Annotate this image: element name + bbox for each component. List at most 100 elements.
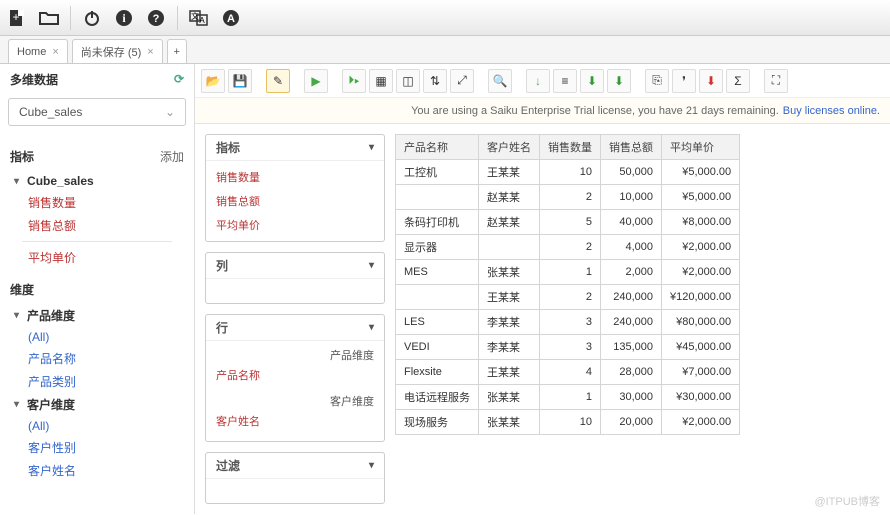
main-toolbar: + i ? 文A A bbox=[0, 0, 890, 36]
translate-icon[interactable]: 文A bbox=[188, 7, 210, 29]
col-header[interactable]: 产品名称 bbox=[396, 135, 479, 160]
table-cell: 显示器 bbox=[396, 235, 479, 260]
collapse-icon[interactable]: ▾ bbox=[369, 142, 374, 153]
table-cell: 4 bbox=[540, 360, 601, 385]
table-cell: ¥2,000.00 bbox=[662, 235, 740, 260]
mdx-icon[interactable]: ⎘ bbox=[645, 69, 669, 93]
dim-product-name[interactable]: 产品名称 bbox=[10, 347, 184, 370]
table-cell: LES bbox=[396, 310, 479, 335]
row-field[interactable]: 产品名称 bbox=[206, 365, 384, 391]
zoom-reset-icon[interactable]: ⤢ bbox=[450, 69, 474, 93]
tab-add-button[interactable]: + bbox=[167, 39, 187, 63]
axis-metric[interactable]: 平均单价 bbox=[206, 213, 384, 237]
tab-home[interactable]: Home× bbox=[8, 39, 68, 63]
columns-panel: 列▾ bbox=[205, 252, 385, 304]
axis-metric[interactable]: 销售数量 bbox=[206, 165, 384, 189]
axis-metric[interactable]: 销售总额 bbox=[206, 189, 384, 213]
zoom-icon[interactable]: 🔍 bbox=[488, 69, 512, 93]
chevron-down-icon: ⌄ bbox=[165, 105, 175, 119]
result-area: 产品名称 客户姓名 销售数量 销售总额 平均单价 工控机王某某1050,000¥… bbox=[395, 134, 880, 504]
sidebar: 多维数据 ⟳ Cube_sales ⌄ 指标添加 Cube_sales 销售数量… bbox=[0, 64, 195, 514]
table-cell: 28,000 bbox=[601, 360, 662, 385]
power-icon[interactable] bbox=[81, 7, 103, 29]
help-icon[interactable]: ? bbox=[145, 7, 167, 29]
edit-icon[interactable]: ✎ bbox=[266, 69, 290, 93]
stats-icon[interactable]: Σ bbox=[726, 69, 750, 93]
cube-select[interactable]: Cube_sales ⌄ bbox=[8, 98, 186, 126]
dim-product[interactable]: 产品维度 bbox=[10, 304, 184, 327]
non-empty-icon[interactable]: ◫ bbox=[396, 69, 420, 93]
table-cell: ¥7,000.00 bbox=[662, 360, 740, 385]
cube-select-value: Cube_sales bbox=[19, 105, 82, 119]
cube-node[interactable]: Cube_sales bbox=[10, 171, 184, 191]
dimensions-heading: 维度 bbox=[10, 281, 34, 298]
table-cell: ¥120,000.00 bbox=[662, 285, 740, 310]
collapse-icon[interactable]: ▾ bbox=[369, 322, 374, 333]
buy-license-link[interactable]: Buy licenses online. bbox=[783, 105, 880, 117]
admin-icon[interactable]: A bbox=[220, 7, 242, 29]
svg-text:A: A bbox=[227, 13, 235, 25]
save-icon[interactable]: 💾 bbox=[228, 69, 252, 93]
tab-unsaved[interactable]: 尚未保存 (5)× bbox=[72, 39, 163, 63]
col-header[interactable]: 客户姓名 bbox=[479, 135, 540, 160]
svg-text:+: + bbox=[12, 10, 19, 24]
rows-panel: 行▾ 产品维度 产品名称 客户维度 客户姓名 bbox=[205, 314, 385, 442]
col-header[interactable]: 销售总额 bbox=[601, 135, 662, 160]
metric-sales-qty[interactable]: 销售数量 bbox=[10, 191, 184, 214]
collapse-icon[interactable]: ▾ bbox=[369, 460, 374, 471]
table-cell: 135,000 bbox=[601, 335, 662, 360]
export-csv-icon[interactable]: ⬇ bbox=[607, 69, 631, 93]
metric-avg-price[interactable]: 平均单价 bbox=[10, 246, 184, 269]
table-cell: 王某某 bbox=[479, 285, 540, 310]
dim-product-category[interactable]: 产品类别 bbox=[10, 370, 184, 393]
table-cell: 赵某某 bbox=[479, 185, 540, 210]
table-cell: 李某某 bbox=[479, 310, 540, 335]
query-scenario-icon[interactable]: ≡ bbox=[553, 69, 577, 93]
col-header[interactable]: 销售数量 bbox=[540, 135, 601, 160]
fullscreen-icon[interactable]: ⛶ bbox=[764, 69, 788, 93]
tags-icon[interactable]: ❜ bbox=[672, 69, 696, 93]
add-metric-button[interactable]: 添加 bbox=[160, 148, 184, 165]
dim-product-all[interactable]: (All) bbox=[10, 327, 184, 347]
svg-text:文: 文 bbox=[191, 11, 199, 21]
table-cell bbox=[396, 185, 479, 210]
info-icon[interactable]: i bbox=[113, 7, 135, 29]
dim-customer[interactable]: 客户维度 bbox=[10, 393, 184, 416]
hide-parents-icon[interactable]: ▦ bbox=[369, 69, 393, 93]
run-icon[interactable]: ▶ bbox=[304, 69, 328, 93]
table-cell: 5 bbox=[540, 210, 601, 235]
collapse-icon[interactable]: ▾ bbox=[369, 260, 374, 271]
new-file-icon[interactable]: + bbox=[6, 7, 28, 29]
metric-sales-total[interactable]: 销售总额 bbox=[10, 214, 184, 237]
close-icon[interactable]: × bbox=[52, 46, 58, 58]
table-cell: 240,000 bbox=[601, 285, 662, 310]
table-cell: 3 bbox=[540, 335, 601, 360]
drill-icon[interactable]: ↓ bbox=[526, 69, 550, 93]
open-icon[interactable]: 📂 bbox=[201, 69, 225, 93]
table-cell: 工控机 bbox=[396, 160, 479, 185]
table-cell: ¥5,000.00 bbox=[662, 185, 740, 210]
table-cell: 20,000 bbox=[601, 410, 662, 435]
table-cell: 李某某 bbox=[479, 335, 540, 360]
dim-customer-gender[interactable]: 客户性别 bbox=[10, 436, 184, 459]
close-icon[interactable]: × bbox=[147, 46, 153, 58]
auto-run-icon[interactable]: ⏵▸ bbox=[342, 69, 366, 93]
col-header[interactable]: 平均单价 bbox=[662, 135, 740, 160]
swap-axes-icon[interactable]: ⇅ bbox=[423, 69, 447, 93]
table-cell: 条码打印机 bbox=[396, 210, 479, 235]
export-xls-icon[interactable]: ⬇ bbox=[580, 69, 604, 93]
table-cell bbox=[479, 235, 540, 260]
export-pdf-icon[interactable]: ⬇ bbox=[699, 69, 723, 93]
svg-text:?: ? bbox=[153, 13, 160, 25]
dim-customer-all[interactable]: (All) bbox=[10, 416, 184, 436]
table-cell: ¥30,000.00 bbox=[662, 385, 740, 410]
table-cell: 王某某 bbox=[479, 360, 540, 385]
dim-customer-name[interactable]: 客户姓名 bbox=[10, 459, 184, 482]
refresh-icon[interactable]: ⟳ bbox=[174, 72, 184, 86]
table-cell: 2 bbox=[540, 285, 601, 310]
table-cell: 张某某 bbox=[479, 410, 540, 435]
row-field[interactable]: 客户姓名 bbox=[206, 411, 384, 437]
table-cell: ¥8,000.00 bbox=[662, 210, 740, 235]
open-folder-icon[interactable] bbox=[38, 7, 60, 29]
table-row: 条码打印机赵某某540,000¥8,000.00 bbox=[396, 210, 740, 235]
